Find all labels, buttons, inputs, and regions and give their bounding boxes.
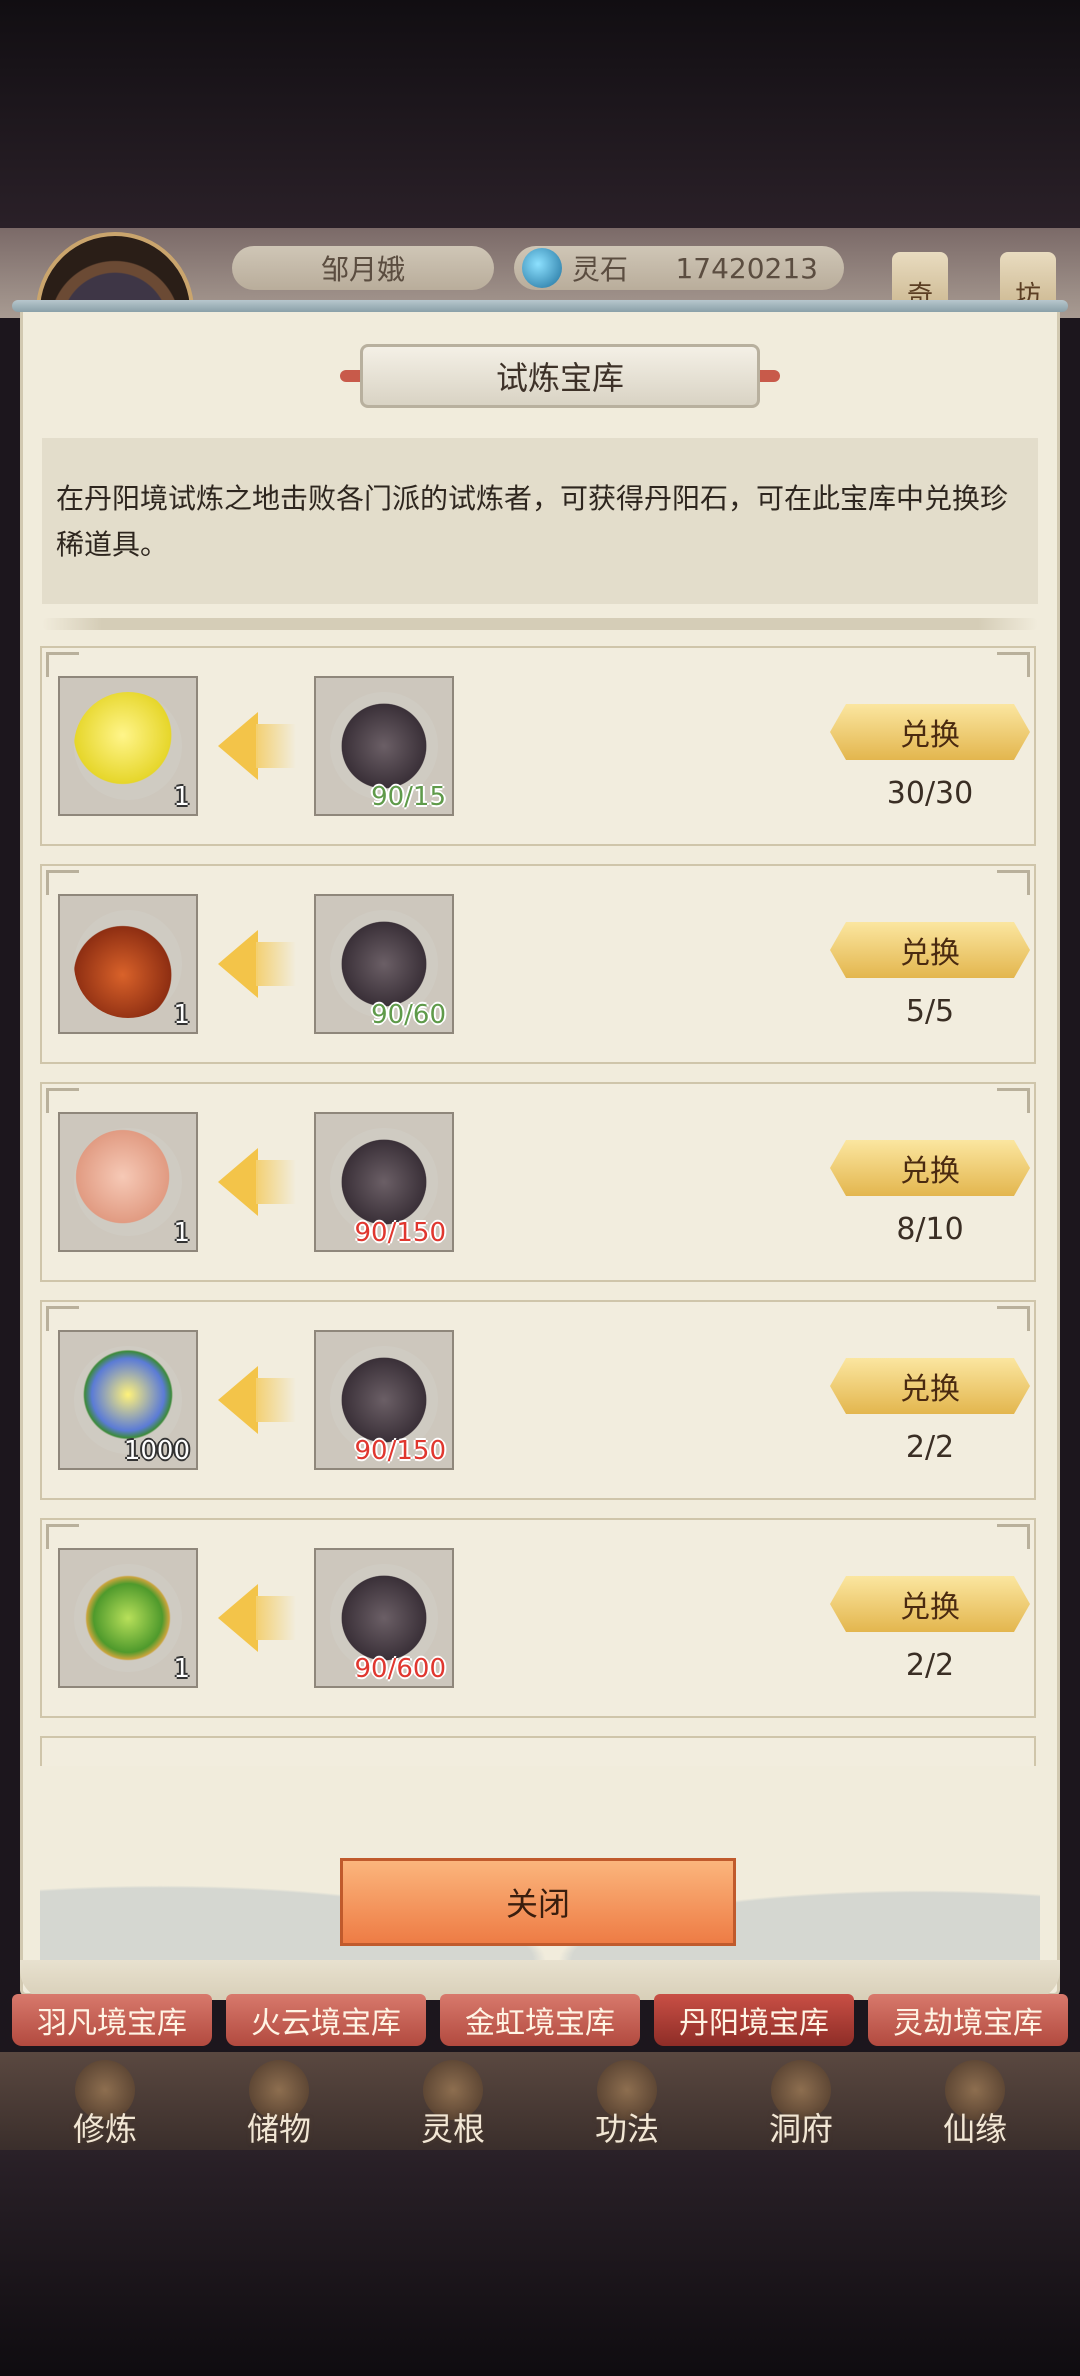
arrow-left-icon	[218, 1584, 258, 1652]
currency-value: 17420213	[675, 251, 818, 285]
bottom-background	[0, 2150, 1080, 2376]
tab-danyang-vault[interactable]: 丹阳境宝库	[654, 1994, 854, 2046]
nav-label: 修炼	[72, 2110, 137, 2148]
nav-label: 储物	[246, 2110, 311, 2148]
corner-ornament	[997, 870, 1030, 895]
nav-label: 灵根	[420, 2110, 485, 2148]
corner-ornament	[997, 1088, 1030, 1113]
arrow-tail	[256, 942, 296, 986]
arrow-left-icon	[218, 930, 258, 998]
nav-label: 仙缘	[942, 2110, 1007, 2148]
vault-tab-bar: 羽凡境宝库 火云境宝库 金虹境宝库 丹阳境宝库 灵劫境宝库	[0, 1994, 1080, 2050]
corner-ornament	[46, 652, 79, 677]
exchange-item-card: 1 90/150 兑换 8/10	[40, 1082, 1036, 1282]
close-button[interactable]: 关闭	[340, 1858, 736, 1946]
cost-value: 90/60	[371, 1000, 446, 1030]
gourd-icon	[74, 910, 182, 1018]
exchange-button[interactable]: 兑换	[830, 704, 1030, 760]
exchange-item-card: 1 90/15 兑换 30/30	[40, 646, 1036, 846]
exchange-limit: 30/30	[886, 776, 974, 811]
cost-slot[interactable]: 90/15	[314, 676, 454, 816]
arrow-left-icon	[218, 1148, 258, 1216]
nav-spirit-root[interactable]: 灵根	[378, 2052, 528, 2152]
reward-slot[interactable]: 1	[58, 1112, 198, 1252]
reward-count: 1	[173, 1000, 190, 1030]
reward-slot[interactable]: 1	[58, 676, 198, 816]
tab-yufan-vault[interactable]: 羽凡境宝库	[12, 1994, 212, 2046]
exchange-button[interactable]: 兑换	[830, 1140, 1030, 1196]
cost-value: 90/15	[371, 782, 446, 812]
nav-cave[interactable]: 洞府	[726, 2052, 876, 2152]
reward-slot[interactable]: 1000	[58, 1330, 198, 1470]
nav-label: 功法	[594, 2110, 659, 2148]
dialog-description: 在丹阳境试炼之地击败各门派的试炼者，可获得丹阳石，可在此宝库中兑换珍稀道具。	[42, 438, 1038, 604]
jade-scroll-icon	[74, 1564, 182, 1672]
cost-slot[interactable]: 90/60	[314, 894, 454, 1034]
scroll-icon	[74, 1128, 182, 1236]
corner-ornament	[997, 1524, 1030, 1549]
nav-label: 洞府	[768, 2110, 833, 2148]
exchange-item-card: 1000 90/150 兑换 2/2	[40, 1300, 1036, 1500]
currency-label: 灵石	[572, 253, 629, 286]
reward-count: 1	[173, 1218, 190, 1248]
exchange-limit: 8/10	[896, 1212, 964, 1247]
divider	[42, 618, 1038, 630]
spirit-stone-icon	[522, 248, 562, 288]
nav-techniques[interactable]: 功法	[552, 2052, 702, 2152]
reward-slot[interactable]: 1	[58, 1548, 198, 1688]
reward-slot[interactable]: 1	[58, 894, 198, 1034]
yellow-stone-icon	[74, 692, 182, 800]
arrow-tail	[256, 1160, 296, 1204]
corner-ornament	[46, 1306, 79, 1331]
exchange-button[interactable]: 兑换	[830, 922, 1030, 978]
cost-value: 90/150	[354, 1218, 446, 1248]
corner-ornament	[46, 1524, 79, 1549]
exchange-limit: 2/2	[905, 1648, 955, 1683]
nav-fate[interactable]: 仙缘	[900, 2052, 1050, 2152]
corner-ornament	[46, 1088, 79, 1113]
top-background	[0, 0, 1080, 228]
cost-slot[interactable]: 90/600	[314, 1548, 454, 1688]
exchange-button[interactable]: 兑换	[830, 1358, 1030, 1414]
exchange-item-card-partial	[40, 1736, 1036, 1766]
currency-display: 灵石 17420213	[514, 246, 844, 290]
arrow-tail	[256, 1378, 296, 1422]
cost-value: 90/600	[354, 1654, 446, 1684]
reward-count: 1	[173, 1654, 190, 1684]
player-name: 邹月娥	[232, 246, 494, 290]
scroll-rod	[12, 300, 1068, 312]
exchange-item-card: 1 90/60 兑换 5/5	[40, 864, 1036, 1064]
cost-slot[interactable]: 90/150	[314, 1112, 454, 1252]
dialog-title: 试炼宝库	[360, 344, 760, 408]
corner-ornament	[46, 870, 79, 895]
reward-count: 1	[173, 782, 190, 812]
arrow-tail	[256, 1596, 296, 1640]
arrow-left-icon	[218, 1366, 258, 1434]
corner-ornament	[997, 1306, 1030, 1331]
exchange-button[interactable]: 兑换	[830, 1576, 1030, 1632]
exchange-limit: 2/2	[905, 1430, 955, 1465]
bottom-nav: 修炼 储物 灵根 功法 洞府 仙缘	[0, 2052, 1080, 2152]
arrow-left-icon	[218, 712, 258, 780]
cost-value: 90/150	[354, 1436, 446, 1466]
corner-ornament	[997, 652, 1030, 677]
tab-jinhong-vault[interactable]: 金虹境宝库	[440, 1994, 640, 2046]
exchange-limit: 5/5	[905, 994, 955, 1029]
exchange-item-card: 1 90/600 兑换 2/2	[40, 1518, 1036, 1718]
tab-huoyun-vault[interactable]: 火云境宝库	[226, 1994, 426, 2046]
tab-linjie-vault[interactable]: 灵劫境宝库	[868, 1994, 1068, 2046]
cost-slot[interactable]: 90/150	[314, 1330, 454, 1470]
reward-count: 1000	[123, 1436, 190, 1466]
arrow-tail	[256, 724, 296, 768]
nav-storage[interactable]: 储物	[204, 2052, 354, 2152]
nav-cultivation[interactable]: 修炼	[30, 2052, 180, 2152]
